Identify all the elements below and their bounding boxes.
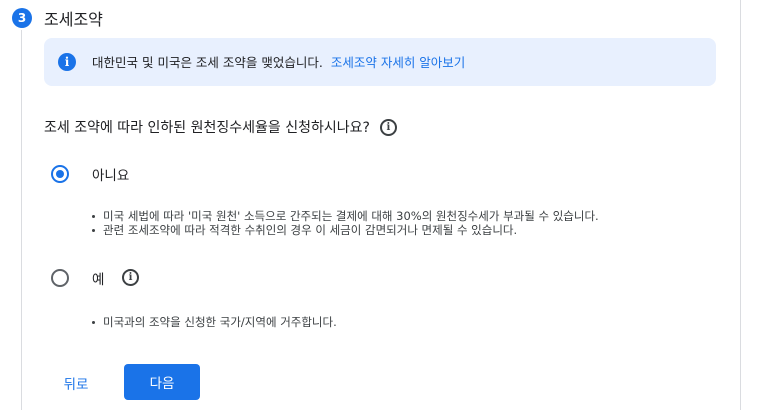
panel-divider [740,0,741,410]
radio-yes[interactable] [51,269,69,287]
radio-no-label[interactable]: 아니요 [92,164,129,184]
learn-more-link[interactable]: 조세조약 자세히 알아보기 [331,55,465,70]
no-details-list: 미국 세법에 따라 '미국 원천' 소득으로 간주되는 결제에 대해 30%의 … [92,209,599,237]
step-title: 조세조약 [44,10,103,29]
step-rail [21,30,22,410]
radio-no[interactable] [51,165,69,183]
next-button[interactable]: 다음 [124,364,200,400]
question-help-icon[interactable]: i [379,118,397,136]
radio-yes-label[interactable]: 예 [92,268,104,288]
info-text: 대한민국 및 미국은 조세 조약을 맺었습니다. 조세조약 자세히 알아보기 [92,52,465,71]
treaty-question: 조세 조약에 따라 인하된 원천징수세율을 신청하시나요? i [44,117,397,137]
yes-help-icon[interactable]: i [122,269,139,286]
list-item: 미국과의 조약을 신청한 국가/지역에 거주합니다. [92,315,337,329]
info-message: 대한민국 및 미국은 조세 조약을 맺었습니다. [92,55,323,70]
back-button[interactable]: 뒤로 [48,366,104,400]
info-banner: i 대한민국 및 미국은 조세 조약을 맺었습니다. 조세조약 자세히 알아보기 [44,38,716,86]
list-item: 미국 세법에 따라 '미국 원천' 소득으로 간주되는 결제에 대해 30%의 … [92,209,599,223]
list-item: 관련 조세조약에 따라 적격한 수취인의 경우 이 세금이 감면되거나 면제될 … [92,223,599,237]
tax-treaty-step: 3 조세조약 i 대한민국 및 미국은 조세 조약을 맺었습니다. 조세조약 자세… [0,0,759,410]
question-text: 조세 조약에 따라 인하된 원천징수세율을 신청하시나요? [44,120,370,136]
yes-details-list: 미국과의 조약을 신청한 국가/지역에 거주합니다. [92,315,337,329]
info-icon: i [58,53,76,71]
step-number-badge: 3 [12,8,32,28]
